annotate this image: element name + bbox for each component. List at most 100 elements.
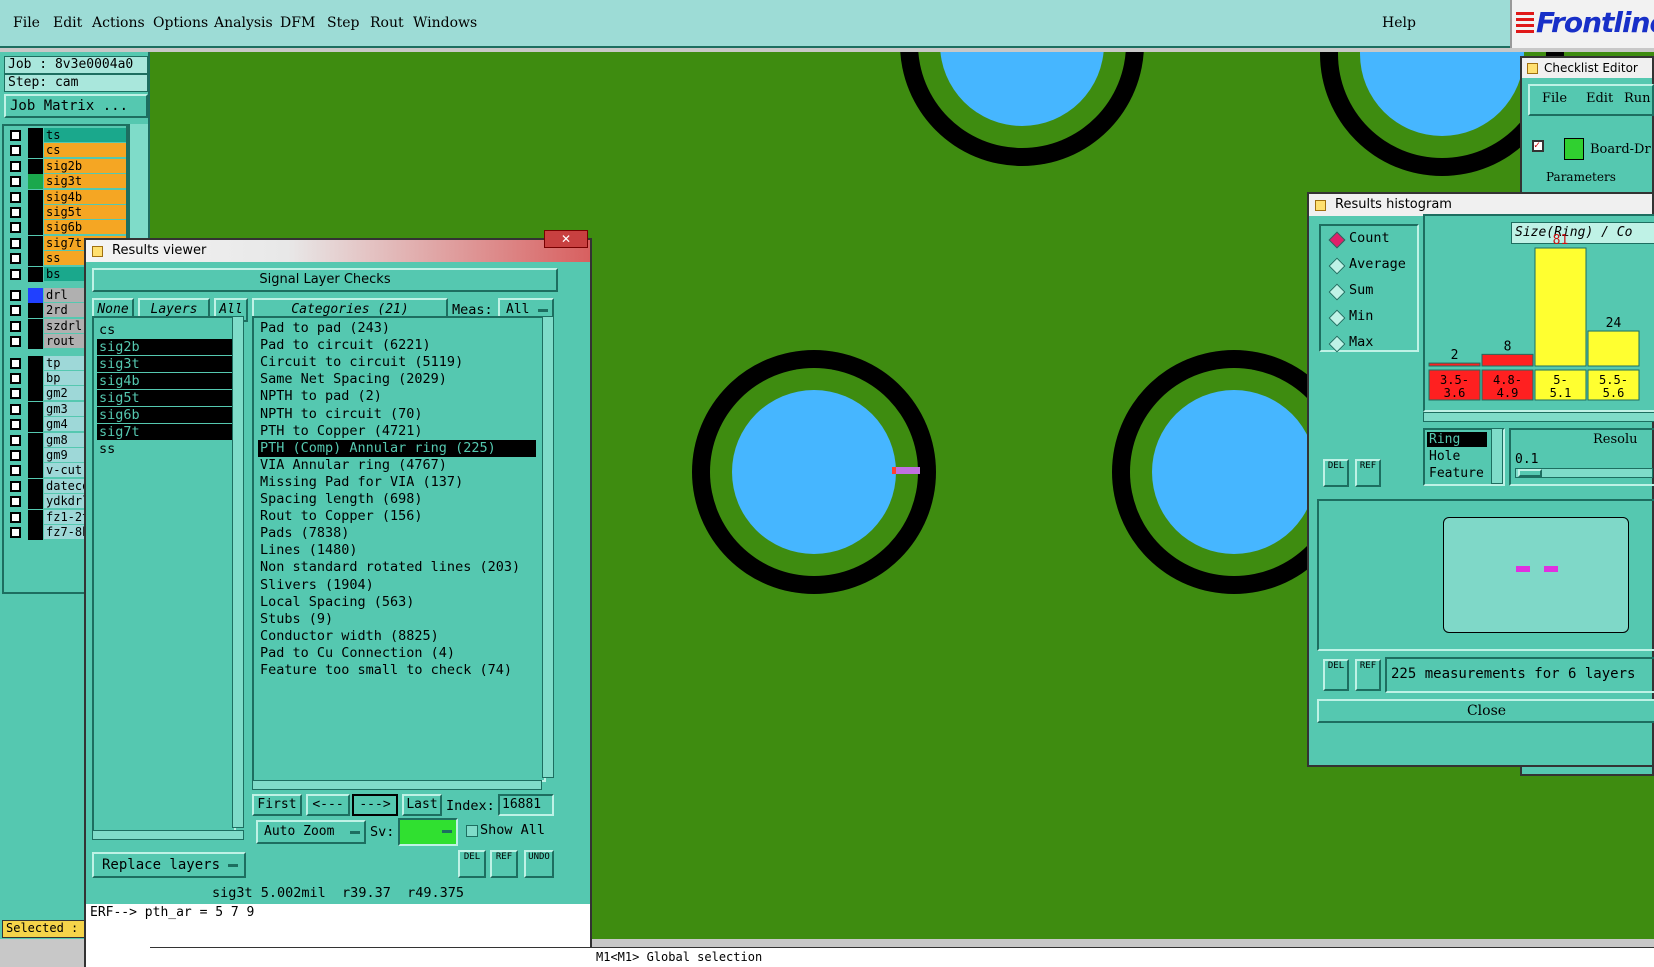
menu-windows[interactable]: Windows	[413, 15, 477, 31]
replace-layers-dropdown[interactable]: Replace layers	[92, 852, 246, 878]
job-matrix-button[interactable]: Job Matrix ...	[4, 94, 148, 118]
layer-name[interactable]: sig2b	[44, 158, 126, 173]
layer-checkbox[interactable]	[10, 160, 21, 172]
chart-scrollbar[interactable]	[1423, 412, 1654, 422]
histogram-bar[interactable]	[1587, 330, 1640, 367]
layer-affected-swatch[interactable]	[28, 251, 43, 267]
category-item[interactable]: PTH to Copper (4721)	[258, 423, 425, 440]
category-item[interactable]: Non standard rotated lines (203)	[258, 559, 522, 576]
layer-affected-swatch[interactable]	[28, 478, 43, 494]
menu-help[interactable]: Help	[1382, 15, 1416, 31]
layer-checkbox[interactable]	[10, 403, 21, 415]
radio-average[interactable]	[1328, 257, 1346, 275]
layer-checkbox[interactable]	[10, 465, 21, 477]
hist-del-button[interactable]: DEL	[1323, 459, 1349, 487]
menu-rout[interactable]: Rout	[370, 15, 404, 31]
layer-affected-swatch[interactable]	[28, 174, 43, 190]
category-item[interactable]: Conductor width (8825)	[258, 628, 441, 645]
layers-hscrollbar[interactable]	[92, 830, 244, 840]
category-item[interactable]: Pad to Cu Connection (4)	[258, 645, 457, 662]
menu-dfm[interactable]: DFM	[280, 15, 315, 31]
index-input[interactable]: 16881	[498, 794, 554, 816]
histogram-bars[interactable]: 23.5-3.684.8-4.9815-5.1245.5-5.6	[1425, 216, 1654, 412]
next-button[interactable]: --->	[352, 794, 398, 816]
resolution-slider[interactable]	[1515, 468, 1653, 478]
layer-checkbox[interactable]	[10, 496, 21, 508]
window-close-icon[interactable]	[1315, 200, 1326, 211]
rv-layer-item[interactable]: sig4b	[97, 373, 234, 389]
measure-hole[interactable]: Hole	[1427, 449, 1460, 464]
layer-checkbox[interactable]	[10, 253, 21, 265]
menu-actions[interactable]: Actions	[92, 15, 145, 31]
layer-affected-swatch[interactable]	[28, 266, 43, 282]
ce-menu-file[interactable]: File	[1542, 91, 1567, 106]
layer-name[interactable]: sig3t	[44, 174, 126, 189]
layer-checkbox[interactable]	[10, 207, 21, 218]
ref-button[interactable]: REF	[490, 850, 518, 878]
hist-ref-button[interactable]: REF	[1355, 459, 1381, 487]
radio-count[interactable]	[1328, 231, 1346, 249]
layer-affected-swatch[interactable]	[28, 494, 43, 510]
histogram-bar[interactable]	[1428, 362, 1481, 367]
layer-checkbox[interactable]	[10, 176, 21, 188]
layer-affected-swatch[interactable]	[28, 189, 43, 205]
layer-checkbox[interactable]	[10, 305, 21, 317]
layer-checkbox[interactable]	[10, 145, 21, 157]
layer-name[interactable]: sig5t	[44, 205, 126, 219]
mode-average[interactable]: Average	[1349, 256, 1406, 272]
layer-affected-swatch[interactable]	[28, 235, 43, 251]
close-button[interactable]: Close	[1317, 699, 1654, 723]
layer-affected-swatch[interactable]	[28, 158, 43, 174]
layer-affected-swatch[interactable]	[28, 303, 43, 319]
layer-affected-swatch[interactable]	[28, 143, 43, 159]
layer-name[interactable]: sig4b	[44, 189, 126, 204]
layer-checkbox[interactable]	[10, 480, 21, 492]
layer-row[interactable]: sig5t	[6, 205, 126, 220]
categories-hscrollbar[interactable]	[252, 780, 542, 790]
preview-del-button[interactable]: DEL	[1323, 659, 1349, 691]
layer-checkbox[interactable]	[10, 130, 21, 141]
layer-affected-swatch[interactable]	[28, 401, 43, 417]
category-item[interactable]: Spacing length (698)	[258, 491, 425, 508]
layer-affected-swatch[interactable]	[28, 205, 43, 220]
category-item[interactable]: Missing Pad for VIA (137)	[258, 474, 465, 491]
checklist-checkbox[interactable]: ✓	[1532, 140, 1544, 152]
layer-affected-swatch[interactable]	[28, 220, 43, 236]
first-button[interactable]: First	[252, 794, 302, 816]
rv-layer-item[interactable]: sig3t	[97, 356, 234, 372]
layer-checkbox[interactable]	[10, 357, 21, 369]
category-item[interactable]: Pad to pad (243)	[258, 320, 392, 337]
del-button[interactable]: DEL	[458, 850, 486, 878]
layer-checkbox[interactable]	[10, 419, 21, 431]
category-item[interactable]: Same Net Spacing (2029)	[258, 371, 449, 388]
undo-button[interactable]: UNDO	[524, 850, 554, 878]
layer-affected-swatch[interactable]	[28, 463, 43, 479]
menu-analysis[interactable]: Analysis	[214, 15, 273, 31]
layer-row[interactable]: ts	[6, 128, 126, 143]
rv-layer-item[interactable]: sig7t	[97, 424, 234, 440]
layer-affected-swatch[interactable]	[28, 525, 43, 540]
layer-affected-swatch[interactable]	[28, 386, 43, 402]
checklist-item[interactable]: Board-Dr	[1590, 142, 1651, 157]
prev-button[interactable]: <---	[306, 794, 350, 816]
measure-feature[interactable]: Feature	[1427, 466, 1484, 481]
layer-checkbox[interactable]	[10, 388, 21, 400]
layer-affected-swatch[interactable]	[28, 432, 43, 448]
parameters-tab[interactable]: Parameters	[1532, 170, 1652, 184]
layer-checkbox[interactable]	[10, 434, 21, 446]
category-item[interactable]: PTH (Comp) Annular ring (225)	[258, 439, 536, 457]
layer-row[interactable]: cs	[6, 143, 126, 159]
rv-layer-item[interactable]: ss	[97, 441, 234, 457]
layer-checkbox[interactable]	[10, 373, 21, 384]
layer-row[interactable]: sig6b	[6, 220, 126, 236]
categories-scrollbar[interactable]	[542, 316, 554, 778]
layer-affected-swatch[interactable]	[28, 509, 43, 525]
layer-affected-swatch[interactable]	[28, 128, 43, 143]
measure-ring[interactable]: Ring	[1427, 432, 1487, 447]
histogram-bar[interactable]	[1481, 353, 1534, 367]
rv-layer-item[interactable]: sig2b	[97, 339, 234, 355]
category-item[interactable]: Stubs (9)	[258, 611, 335, 628]
category-item[interactable]: Pads (7838)	[258, 525, 351, 542]
category-item[interactable]: Local Spacing (563)	[258, 594, 416, 611]
layer-affected-swatch[interactable]	[28, 288, 43, 303]
